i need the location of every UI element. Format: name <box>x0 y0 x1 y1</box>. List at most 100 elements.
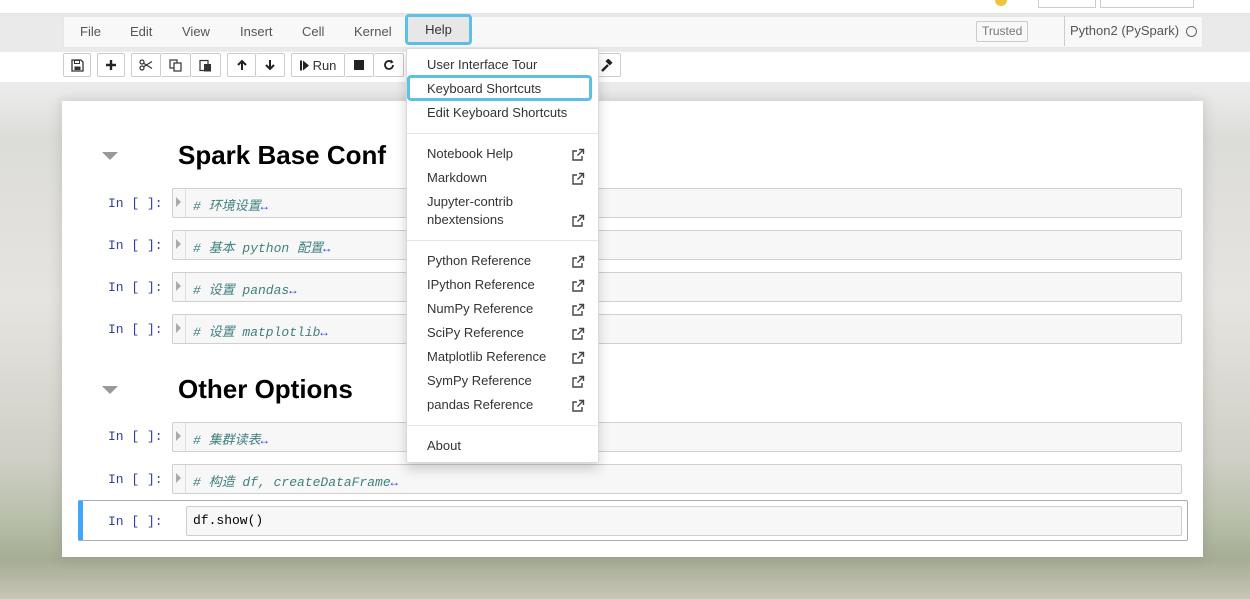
copy-button[interactable] <box>161 53 191 77</box>
trusted-badge[interactable]: Trusted <box>976 21 1029 42</box>
menu-edit[interactable]: Edit <box>118 17 164 47</box>
cell-prompt: In [ ]: <box>108 429 163 444</box>
menu-divider <box>407 240 598 241</box>
jupyter-logo-icon <box>995 0 1007 6</box>
move-down-button[interactable] <box>256 53 285 77</box>
header-bar <box>0 0 1250 14</box>
external-link-icon <box>572 399 585 412</box>
menu-insert[interactable]: Insert <box>228 17 285 47</box>
cell-prompt: In [ ]: <box>108 514 163 529</box>
menu-cell[interactable]: Cell <box>290 17 336 47</box>
cell-prompt: In [ ]: <box>108 196 163 211</box>
cell-prompt: In [ ]: <box>108 238 163 253</box>
external-link-icon <box>572 351 585 364</box>
menu-item-user-interface-tour[interactable]: User Interface Tour <box>407 56 598 74</box>
cell-code-text: df.show() <box>193 513 264 528</box>
fold-arrow-icon[interactable] <box>176 431 181 441</box>
cell-prompt: In [ ]: <box>108 280 163 295</box>
menu-item-ipython-reference[interactable]: IPython Reference <box>407 276 598 294</box>
restart-button[interactable] <box>374 53 404 77</box>
code-cell[interactable]: # 环境设置↔ <box>172 188 1182 218</box>
folded-marker-icon[interactable]: ↔ <box>320 326 327 340</box>
folded-marker-icon[interactable]: ↔ <box>289 284 296 298</box>
menu-help[interactable]: Help <box>405 14 472 45</box>
fold-arrow-icon[interactable] <box>176 323 181 333</box>
arrow-down-icon <box>265 60 275 71</box>
restart-icon <box>383 59 394 70</box>
cell-code-text: # 构造 df, createDataFrame <box>193 475 391 490</box>
menu-help-label: Help <box>425 22 452 37</box>
cut-button[interactable] <box>131 53 161 77</box>
menu-item-edit-keyboard-shortcuts[interactable]: Edit Keyboard Shortcuts <box>407 104 598 122</box>
heading-spark-base-conf: Spark Base Conf <box>178 140 387 170</box>
insert-cell-button[interactable] <box>97 53 125 77</box>
run-button[interactable]: Run <box>291 53 345 77</box>
menu-divider <box>407 425 598 426</box>
menu-divider <box>407 133 598 134</box>
folded-marker-icon[interactable]: ↔ <box>391 476 398 490</box>
menu-item-numpy-reference[interactable]: NumPy Reference <box>407 300 598 318</box>
fold-arrow-icon[interactable] <box>176 197 181 207</box>
menu-item-pandas-reference[interactable]: pandas Reference <box>407 396 598 414</box>
menu-file[interactable]: File <box>68 17 113 47</box>
collapse-heading-icon[interactable] <box>102 152 118 160</box>
menu-item-scipy-reference[interactable]: SciPy Reference <box>407 324 598 342</box>
menu-item-jupyter-contrib[interactable]: Jupyter-contrib <box>407 193 598 211</box>
kernel-status-icon <box>1186 26 1197 37</box>
menu-kernel[interactable]: Kernel <box>342 17 404 47</box>
step-forward-icon <box>299 60 309 70</box>
paste-icon <box>199 59 211 71</box>
run-label: Run <box>312 57 337 73</box>
copy-icon <box>169 58 182 72</box>
menu-view[interactable]: View <box>170 17 222 47</box>
code-cell[interactable]: # 基本 python 配置↔ <box>172 230 1182 260</box>
fold-arrow-icon[interactable] <box>176 473 181 483</box>
code-cell[interactable]: # 设置 pandas↔ <box>172 272 1182 302</box>
keyboard-shortcuts-highlight <box>407 75 592 101</box>
menu-item-about[interactable]: About <box>407 437 598 455</box>
save-button[interactable] <box>63 53 91 77</box>
menu-item-python-reference[interactable]: Python Reference <box>407 252 598 270</box>
menubar: File Edit View Insert Cell Kernel <box>63 16 1203 48</box>
code-cell[interactable]: # 集群读表↔ <box>172 422 1182 452</box>
menu-item-markdown[interactable]: Markdown <box>407 169 598 187</box>
paste-button[interactable] <box>191 53 221 77</box>
cell-prompt: In [ ]: <box>108 322 163 337</box>
menu-item-sympy-reference[interactable]: SymPy Reference <box>407 372 598 390</box>
heading-other-options: Other Options <box>178 374 353 404</box>
folded-marker-icon[interactable]: ↔ <box>261 434 268 448</box>
menu-item-matplotlib-reference[interactable]: Matplotlib Reference <box>407 348 598 366</box>
external-link-icon <box>572 303 585 316</box>
kernel-name: Python2 (PySpark) <box>1064 16 1179 46</box>
external-link-icon <box>572 148 585 161</box>
menu-item-nbextensions[interactable]: nbextensions <box>407 211 598 229</box>
cell-code-text: # 集群读表 <box>193 433 261 448</box>
toolbar: Run <box>0 52 1250 82</box>
folded-marker-icon[interactable]: ↔ <box>323 242 330 256</box>
menu-item-notebook-help[interactable]: Notebook Help <box>407 145 598 163</box>
interrupt-button[interactable] <box>345 53 374 77</box>
code-cell[interactable]: # 设置 matplotlib↔ <box>172 314 1182 344</box>
code-cell-input[interactable]: df.show() <box>186 506 1182 536</box>
external-link-icon <box>572 255 585 268</box>
save-icon <box>70 58 84 72</box>
plus-icon <box>106 60 116 70</box>
folded-marker-icon[interactable]: ↔ <box>261 200 268 214</box>
external-link-icon <box>572 327 585 340</box>
help-dropdown-menu: User Interface Tour Keyboard Shortcuts E… <box>406 48 599 463</box>
fold-arrow-icon[interactable] <box>176 239 181 249</box>
external-link-icon <box>572 172 585 185</box>
cell-code-text: # 设置 pandas <box>193 283 290 298</box>
collapse-heading-icon[interactable] <box>102 386 118 394</box>
header-button[interactable] <box>1038 0 1096 8</box>
external-link-icon <box>572 375 585 388</box>
cell-code-text: # 基本 python 配置 <box>193 241 324 256</box>
cell-code-text: # 环境设置 <box>193 199 261 214</box>
external-link-icon <box>572 279 585 292</box>
move-up-button[interactable] <box>227 53 256 77</box>
header-button[interactable] <box>1100 0 1194 8</box>
arrow-up-icon <box>236 59 247 70</box>
fold-arrow-icon[interactable] <box>176 281 181 291</box>
cell-code-text: # 设置 matplotlib <box>193 325 321 340</box>
code-cell[interactable]: # 构造 df, createDataFrame↔ <box>172 464 1182 494</box>
